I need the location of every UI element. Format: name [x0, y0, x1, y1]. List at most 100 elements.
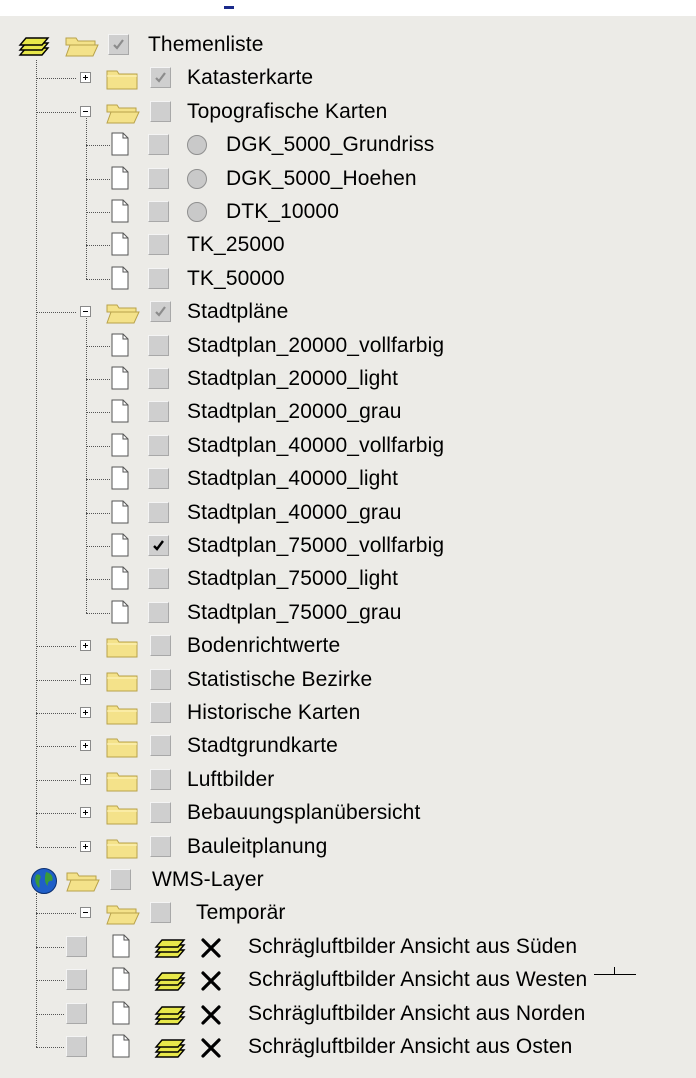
checkbox[interactable] — [148, 201, 169, 222]
tree-root[interactable]: WMS-Layer — [0, 865, 696, 898]
checkbox[interactable] — [148, 335, 169, 356]
tree-item[interactable]: Stadtplan_20000_grau — [0, 397, 696, 430]
expand-icon[interactable] — [80, 72, 91, 83]
tree-group[interactable]: Stadtgrundkarte — [0, 731, 696, 764]
tree-item[interactable]: Schrägluftbilder Ansicht aus Norden — [0, 999, 696, 1032]
checkbox[interactable] — [148, 234, 169, 255]
node-label[interactable]: Stadtplan_75000_light — [187, 567, 398, 591]
node-label[interactable]: Bodenrichtwerte — [187, 634, 340, 658]
tree-group[interactable]: Katasterkarte — [0, 63, 696, 96]
checkbox[interactable] — [66, 1003, 87, 1024]
checkbox[interactable] — [150, 769, 171, 790]
tree-group[interactable]: Bebauungsplanübersicht — [0, 798, 696, 831]
node-label[interactable]: Topografische Karten — [187, 100, 387, 124]
node-label[interactable]: WMS-Layer — [152, 868, 264, 892]
checkbox[interactable] — [148, 602, 169, 623]
node-label[interactable]: Schrägluftbilder Ansicht aus Norden — [248, 1002, 585, 1026]
checkbox[interactable] — [148, 368, 169, 389]
expand-icon[interactable] — [80, 807, 91, 818]
checkbox[interactable] — [148, 435, 169, 456]
tree-group[interactable]: Bauleitplanung — [0, 832, 696, 865]
tree-item[interactable]: DGK_5000_Hoehen — [0, 164, 696, 197]
node-label[interactable]: Luftbilder — [187, 768, 274, 792]
radio-button[interactable] — [187, 169, 207, 189]
node-label[interactable]: DGK_5000_Hoehen — [226, 167, 417, 191]
radio-button[interactable] — [187, 202, 207, 222]
expand-icon[interactable] — [80, 640, 91, 651]
node-label[interactable]: Stadtplan_20000_grau — [187, 400, 402, 424]
checkbox[interactable] — [110, 869, 131, 890]
tree-group[interactable]: Stadtpläne — [0, 297, 696, 330]
node-label[interactable]: Schrägluftbilder Ansicht aus Osten — [248, 1035, 572, 1059]
checkbox[interactable] — [148, 535, 169, 556]
checkbox[interactable] — [150, 67, 171, 88]
collapse-icon[interactable] — [80, 106, 91, 117]
node-label[interactable]: DTK_10000 — [226, 200, 339, 224]
checkbox[interactable] — [148, 401, 169, 422]
tree-item[interactable]: DGK_5000_Grundriss — [0, 130, 696, 163]
node-label[interactable]: Stadtplan_40000_grau — [187, 501, 402, 525]
checkbox[interactable] — [150, 902, 171, 923]
expand-icon[interactable] — [80, 707, 91, 718]
tree-group[interactable]: Luftbilder — [0, 765, 696, 798]
tree-group[interactable]: Topografische Karten — [0, 97, 696, 130]
tree-group[interactable]: Temporär — [0, 898, 696, 931]
checkbox[interactable] — [148, 502, 169, 523]
tree-item[interactable]: Stadtplan_20000_vollfarbig — [0, 331, 696, 364]
checkbox[interactable] — [150, 836, 171, 857]
node-label[interactable]: Stadtplan_40000_light — [187, 467, 398, 491]
node-label[interactable]: Bebauungsplanübersicht — [187, 801, 420, 825]
node-label[interactable]: Katasterkarte — [187, 66, 313, 90]
checkbox[interactable] — [148, 168, 169, 189]
tree-item[interactable]: Stadtplan_40000_grau — [0, 498, 696, 531]
checkbox[interactable] — [150, 702, 171, 723]
expand-icon[interactable] — [80, 674, 91, 685]
tree-item[interactable]: TK_50000 — [0, 264, 696, 297]
node-label[interactable]: Themenliste — [148, 33, 263, 57]
node-label[interactable]: Temporär — [196, 901, 286, 925]
node-label[interactable]: Stadtplan_75000_grau — [187, 601, 402, 625]
checkbox[interactable] — [66, 936, 87, 957]
tree-item[interactable]: Stadtplan_75000_grau — [0, 598, 696, 631]
checkbox[interactable] — [150, 301, 171, 322]
tree-item[interactable]: Stadtplan_20000_light — [0, 364, 696, 397]
tree-item[interactable]: Stadtplan_40000_vollfarbig — [0, 431, 696, 464]
node-label[interactable]: DGK_5000_Grundriss — [226, 133, 434, 157]
node-label[interactable]: TK_25000 — [187, 233, 285, 257]
checkbox[interactable] — [66, 969, 87, 990]
tree-item[interactable]: DTK_10000 — [0, 197, 696, 230]
node-label[interactable]: Schrägluftbilder Ansicht aus Westen — [248, 968, 587, 992]
tree-item[interactable]: Stadtplan_75000_light — [0, 564, 696, 597]
expand-icon[interactable] — [80, 774, 91, 785]
tree-group[interactable]: Bodenrichtwerte — [0, 631, 696, 664]
layer-tree[interactable]: Themenliste Katasterkarte Topografische Ka… — [0, 0, 696, 1078]
checkbox[interactable] — [150, 669, 171, 690]
checkbox[interactable] — [150, 735, 171, 756]
tree-group[interactable]: Statistische Bezirke — [0, 665, 696, 698]
expand-icon[interactable] — [80, 740, 91, 751]
checkbox[interactable] — [150, 101, 171, 122]
tree-root[interactable]: Themenliste — [0, 30, 696, 63]
checkbox[interactable] — [150, 635, 171, 656]
node-label[interactable]: Statistische Bezirke — [187, 668, 372, 692]
node-label[interactable]: Stadtplan_20000_vollfarbig — [187, 334, 444, 358]
node-label[interactable]: Schrägluftbilder Ansicht aus Süden — [248, 935, 577, 959]
tree-item[interactable]: Schrägluftbilder Ansicht aus Osten — [0, 1032, 696, 1065]
tree-item[interactable]: Schrägluftbilder Ansicht aus Westen — [0, 965, 696, 998]
node-label[interactable]: Stadtplan_75000_vollfarbig — [187, 534, 444, 558]
tree-item[interactable]: Stadtplan_75000_vollfarbig — [0, 531, 696, 564]
radio-button[interactable] — [187, 135, 207, 155]
node-label[interactable]: Historische Karten — [187, 701, 360, 725]
checkbox[interactable] — [148, 468, 169, 489]
collapse-icon[interactable] — [80, 306, 91, 317]
tree-item[interactable]: TK_25000 — [0, 230, 696, 263]
tree-item[interactable]: Stadtplan_40000_light — [0, 464, 696, 497]
checkbox[interactable] — [148, 568, 169, 589]
collapse-icon[interactable] — [80, 907, 91, 918]
tree-item[interactable]: Schrägluftbilder Ansicht aus Süden — [0, 932, 696, 965]
node-label[interactable]: Stadtplan_20000_light — [187, 367, 398, 391]
checkbox[interactable] — [108, 34, 129, 55]
checkbox[interactable] — [66, 1036, 87, 1057]
expand-icon[interactable] — [80, 841, 91, 852]
checkbox[interactable] — [148, 134, 169, 155]
